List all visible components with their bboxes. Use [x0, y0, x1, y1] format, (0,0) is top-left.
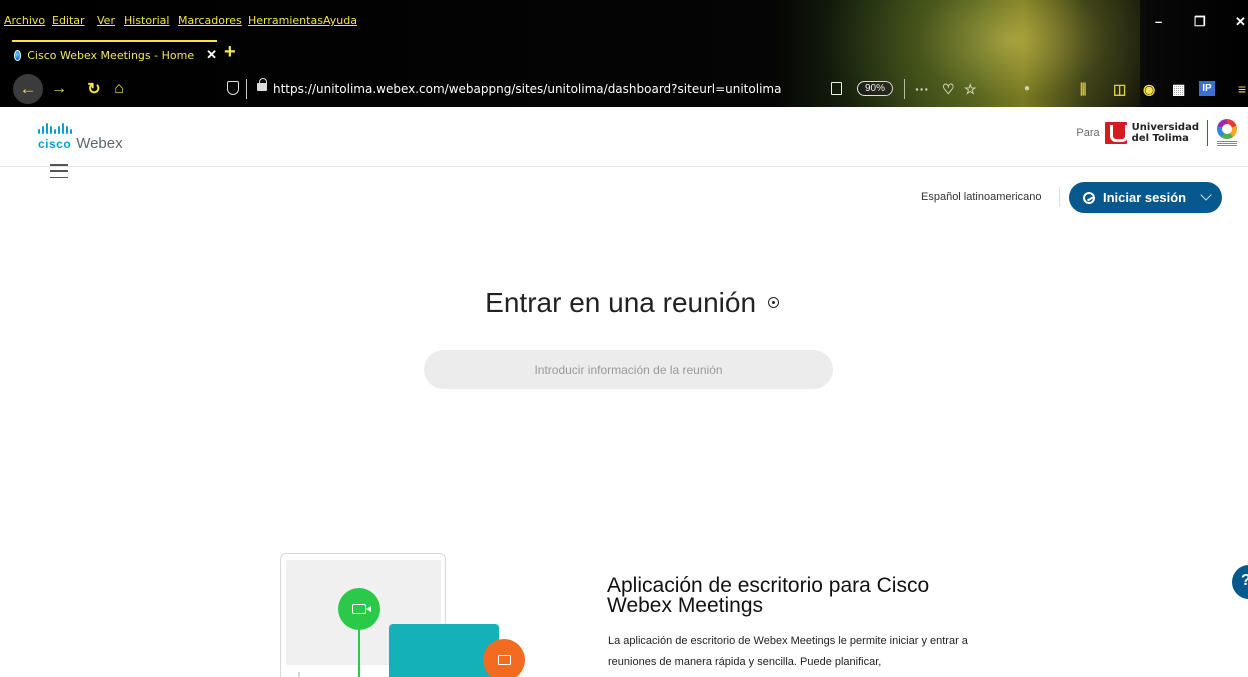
webex-wordmark: Webex	[76, 135, 123, 152]
partner-divider	[1207, 120, 1208, 146]
illustration-connector	[358, 630, 360, 677]
universidad-tolima-logo-icon	[1104, 122, 1128, 144]
desktop-app-description: La aplicación de escritorio de Webex Mee…	[608, 635, 968, 668]
back-button[interactable]: ←	[13, 74, 43, 104]
grid-extension-icon[interactable]: ▦	[1172, 80, 1185, 98]
bookmark-star-icon[interactable]: ☆	[964, 80, 977, 98]
video-camera-icon	[338, 588, 380, 630]
ip-extension-icon[interactable]: IP	[1199, 81, 1215, 96]
urlbar-divider	[246, 79, 247, 99]
home-button[interactable]: ⌂	[108, 77, 130, 101]
language-selector[interactable]: Español latinoamericano	[921, 191, 1041, 203]
main-menu-button[interactable]	[50, 164, 68, 178]
signin-label: Iniciar sesión	[1103, 190, 1187, 205]
lock-icon[interactable]	[257, 78, 267, 91]
toolbar-divider	[904, 79, 905, 99]
reader-view-icon[interactable]	[831, 82, 842, 95]
menu-ver[interactable]: Ver	[97, 14, 115, 27]
menu-bar: Archivo Editar Ver Historial Marcadores …	[0, 0, 1248, 37]
info-icon[interactable]	[767, 297, 779, 309]
desktop-app-title: Aplicación de escritorio para Cisco Webe…	[607, 574, 930, 617]
pocket-icon[interactable]: ♡	[942, 80, 955, 98]
navigation-bar: ← → ↻ ⌂ https://unitolima.webex.com/weba…	[0, 72, 1248, 107]
meeting-info-input[interactable]	[424, 350, 833, 389]
help-button[interactable]: ?	[1232, 565, 1248, 599]
zoom-level-badge[interactable]: 90%	[857, 81, 894, 96]
menu-herramientas[interactable]: Herramientas	[248, 14, 323, 27]
tab-title: Cisco Webex Meetings - Home	[27, 48, 195, 62]
partner-name: Universidad del Tolima	[1132, 122, 1199, 144]
partner-name-line2: del Tolima	[1131, 133, 1189, 144]
restore-button[interactable]: ❐	[1194, 14, 1206, 30]
join-meeting-title: Entrar en una reunión	[485, 287, 757, 318]
site-header: cisco Webex Para Universidad del Tolima	[0, 107, 1248, 167]
signin-button[interactable]: Iniciar sesión	[1069, 182, 1222, 213]
tab-strip: Cisco Webex Meetings - Home ✕ +	[0, 37, 1248, 72]
webex-favicon-icon	[14, 49, 22, 61]
reload-button[interactable]: ↻	[83, 77, 105, 101]
cisco-bars-icon	[38, 123, 123, 134]
tab-close-icon[interactable]: ✕	[206, 47, 217, 63]
menu-ayuda[interactable]: Ayuda	[323, 14, 357, 27]
partner-name-line1: Universidad	[1131, 122, 1199, 133]
url-field[interactable]: https://unitolima.webex.com/webappng/sit…	[273, 82, 781, 96]
account-icon[interactable]: ◉	[1143, 80, 1155, 98]
partner-branding: Para Universidad del Tolima	[1076, 119, 1238, 147]
browser-chrome: Archivo Editar Ver Historial Marcadores …	[0, 0, 1248, 107]
forward-button[interactable]: →	[48, 77, 70, 101]
close-window-button[interactable]: ✕	[1235, 14, 1246, 30]
sidebar-icon[interactable]: ◫	[1113, 80, 1126, 98]
partner-prefix: Para	[1076, 127, 1100, 139]
shield-icon[interactable]	[227, 81, 239, 95]
menu-marcadores[interactable]: Marcadores	[178, 14, 242, 27]
language-divider	[1059, 187, 1060, 207]
library-icon[interactable]: ⫼	[1080, 80, 1086, 98]
hamburger-menu-icon[interactable]: ≡	[1238, 80, 1246, 98]
illustration-teal-panel	[389, 624, 499, 677]
screen-share-icon	[483, 639, 525, 677]
menu-archivo[interactable]: Archivo	[4, 14, 45, 27]
chevron-down-icon	[1200, 189, 1212, 201]
cisco-webex-logo[interactable]: cisco Webex	[38, 123, 123, 152]
menu-editar[interactable]: Editar	[52, 14, 85, 27]
menu-historial[interactable]: Historial	[124, 14, 169, 27]
desktop-app-illustration	[270, 547, 530, 677]
minimize-button[interactable]: –	[1155, 14, 1162, 29]
tab-webex-home[interactable]: Cisco Webex Meetings - Home ✕	[12, 40, 217, 68]
cisco-wordmark: cisco	[38, 137, 72, 151]
new-tab-button[interactable]: +	[224, 41, 236, 64]
extension-dot-icon[interactable]: ●	[1024, 80, 1030, 98]
more-actions-icon[interactable]: ···	[915, 80, 929, 98]
illustration-line	[298, 672, 300, 677]
webex-page: cisco Webex Para Universidad del Tolima …	[0, 107, 1248, 677]
signin-icon	[1083, 191, 1095, 204]
accreditation-seal-icon	[1216, 119, 1238, 147]
join-meeting-heading: Entrar en una reunión	[0, 287, 1248, 319]
